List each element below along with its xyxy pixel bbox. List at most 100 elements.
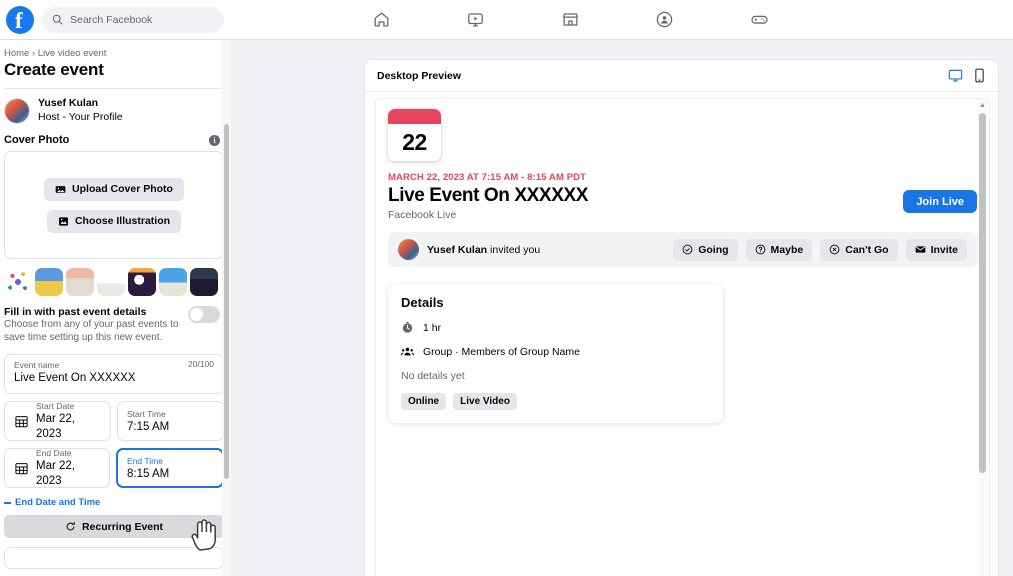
envelope-icon: [915, 246, 925, 253]
start-date-label: Start Date: [36, 401, 75, 411]
calendar-icon: [15, 415, 28, 427]
rsvp-row: Yusef Kulan invited you Going Maybe Can'…: [388, 232, 977, 267]
details-tag-row: Online Live Video: [401, 393, 710, 410]
people-icon: [401, 347, 414, 356]
invite-suffix: invited you: [487, 243, 541, 256]
x-circle-icon: [829, 244, 840, 255]
calendar-chip-header: [388, 109, 441, 124]
event-title: Live Event On XXXXXX: [388, 185, 589, 206]
groups-icon: [656, 11, 673, 28]
check-circle-icon: [682, 244, 693, 255]
illustration-thumb-desert-scene[interactable]: [66, 268, 94, 296]
minus-icon: [4, 501, 11, 504]
start-time-label: Start Time: [127, 408, 166, 419]
end-date-time-toggle-link[interactable]: End Date and Time: [0, 488, 228, 508]
watch-video-icon: [468, 13, 483, 27]
nav-watch-button[interactable]: [455, 3, 497, 37]
details-audience-row: Group · Members of Group Name: [401, 345, 710, 358]
start-time-value: 7:15 AM: [127, 420, 170, 433]
scroll-up-arrow-icon[interactable]: ▲: [979, 102, 986, 109]
calendar-date-chip: 22: [388, 109, 441, 161]
event-name-field[interactable]: Event name Live Event On XXXXXX 20/100: [4, 354, 224, 394]
nav-home-button[interactable]: [360, 3, 402, 37]
nav-icon-group: [360, 0, 780, 39]
illustration-thumb-night-ghost[interactable]: [128, 268, 156, 296]
preview-header: Desktop Preview: [365, 60, 998, 92]
illustration-thumb-confetti-pattern[interactable]: [4, 268, 32, 296]
rsvp-cant-go-button[interactable]: Can't Go: [820, 238, 898, 261]
mobile-icon[interactable]: [973, 68, 986, 83]
event-name-value: Live Event On XXXXXX: [14, 372, 136, 384]
choose-illustration-button[interactable]: Choose Illustration: [46, 209, 182, 233]
breadcrumb[interactable]: Home › Live video event: [0, 40, 228, 59]
choose-illustration-label: Choose Illustration: [74, 215, 171, 227]
start-date-value: Mar 22, 2023: [36, 413, 75, 440]
rsvp-maybe-label: Maybe: [770, 243, 804, 256]
illustration-thumb-dark-city[interactable]: [190, 268, 218, 296]
details-empty-text: No details yet: [401, 370, 465, 382]
upload-cover-photo-button[interactable]: Upload Cover Photo: [44, 177, 184, 201]
rsvp-invite-button[interactable]: Invite: [905, 238, 967, 261]
facebook-logo-icon[interactable]: f: [6, 5, 34, 34]
nav-groups-button[interactable]: [644, 3, 686, 37]
search-input[interactable]: Search Facebook: [42, 6, 224, 33]
preview-content: 22 MARCH 22, 2023 AT 7:15 AM - 8:15 AM P…: [376, 99, 989, 423]
illustration-thumb-blue-town[interactable]: [35, 268, 63, 296]
photo-icon: [55, 185, 66, 193]
tag-live-video[interactable]: Live Video: [453, 393, 517, 410]
info-icon[interactable]: i: [209, 134, 220, 146]
question-circle-icon: [755, 244, 765, 255]
hand-cursor: [191, 519, 216, 551]
inviter-avatar: [398, 239, 419, 260]
marketplace-icon: [562, 13, 578, 26]
illustration-thumb-road-trip[interactable]: [159, 268, 187, 296]
host-avatar: [4, 97, 30, 124]
end-time-value: 8:15 AM: [127, 467, 170, 480]
start-datetime-row: Start Date Mar 22, 2023 Start Time 7:15 …: [4, 401, 224, 441]
invite-text: Yusef Kulan invited you: [427, 244, 665, 256]
preview-scrollbar[interactable]: ▲: [977, 100, 988, 576]
calendar-day-number: 22: [402, 129, 427, 155]
details-title: Details: [401, 295, 444, 310]
event-name-counter: 20/100: [188, 359, 214, 369]
repeat-icon: [66, 521, 75, 531]
start-date-field[interactable]: Start Date Mar 22, 2023: [4, 401, 111, 441]
recurring-event-label: Recurring Event: [81, 520, 164, 533]
inviter-name: Yusef Kulan: [427, 243, 488, 256]
join-live-button[interactable]: Join Live: [903, 190, 977, 213]
host-name: Yusef Kulan: [38, 97, 99, 109]
preview-body: 22 MARCH 22, 2023 AT 7:15 AM - 8:15 AM P…: [375, 98, 990, 576]
event-name-label: Event name: [14, 360, 60, 370]
preview-stage: Desktop Preview 22 MARCH 22, 2023 AT 7:1…: [231, 40, 1013, 576]
end-date-field[interactable]: End Date Mar 22, 2023: [4, 448, 110, 488]
rsvp-cant-go-label: Can't Go: [845, 243, 889, 256]
past-event-details-block: Fill in with past event details Choose f…: [0, 296, 228, 344]
sidebar-scrollbar[interactable]: [222, 40, 231, 576]
end-time-field[interactable]: End Time 8:15 AM: [116, 448, 224, 488]
details-duration: 1 hr: [423, 321, 442, 334]
rsvp-maybe-button[interactable]: Maybe: [745, 238, 813, 261]
nav-gaming-button[interactable]: [738, 3, 780, 37]
create-event-sidebar: Home › Live video event Create event Yus…: [0, 40, 228, 576]
rsvp-invite-label: Invite: [930, 243, 958, 256]
illustration-thumbnail-row: [0, 259, 228, 296]
cover-photo-dropzone[interactable]: Upload Cover Photo Choose Illustration: [4, 151, 224, 259]
toggle-knob: [190, 308, 203, 321]
preview-scrollbar-thumb[interactable]: [979, 113, 986, 473]
sidebar-scrollbar-thumb[interactable]: [224, 124, 229, 479]
illustration-thumb-snow-scene[interactable]: [97, 268, 125, 296]
start-time-field[interactable]: Start Time 7:15 AM: [117, 401, 224, 441]
details-duration-row: 1 hr: [401, 321, 710, 334]
desktop-preview-panel: Desktop Preview 22 MARCH 22, 2023 AT 7:1…: [364, 59, 999, 576]
tag-online[interactable]: Online: [401, 393, 447, 410]
end-time-label: End Time: [127, 455, 163, 466]
end-date-label: End Date: [36, 448, 72, 458]
nav-marketplace-button[interactable]: [549, 3, 591, 37]
past-events-toggle[interactable]: [188, 306, 220, 323]
past-events-description: Choose from any of your past events to s…: [4, 319, 179, 343]
end-date-time-link-label: End Date and Time: [15, 497, 101, 508]
gaming-icon: [750, 15, 768, 24]
top-navigation-bar: f Search Facebook: [0, 0, 1013, 40]
desktop-icon[interactable]: [948, 68, 963, 83]
rsvp-going-button[interactable]: Going: [673, 238, 738, 261]
